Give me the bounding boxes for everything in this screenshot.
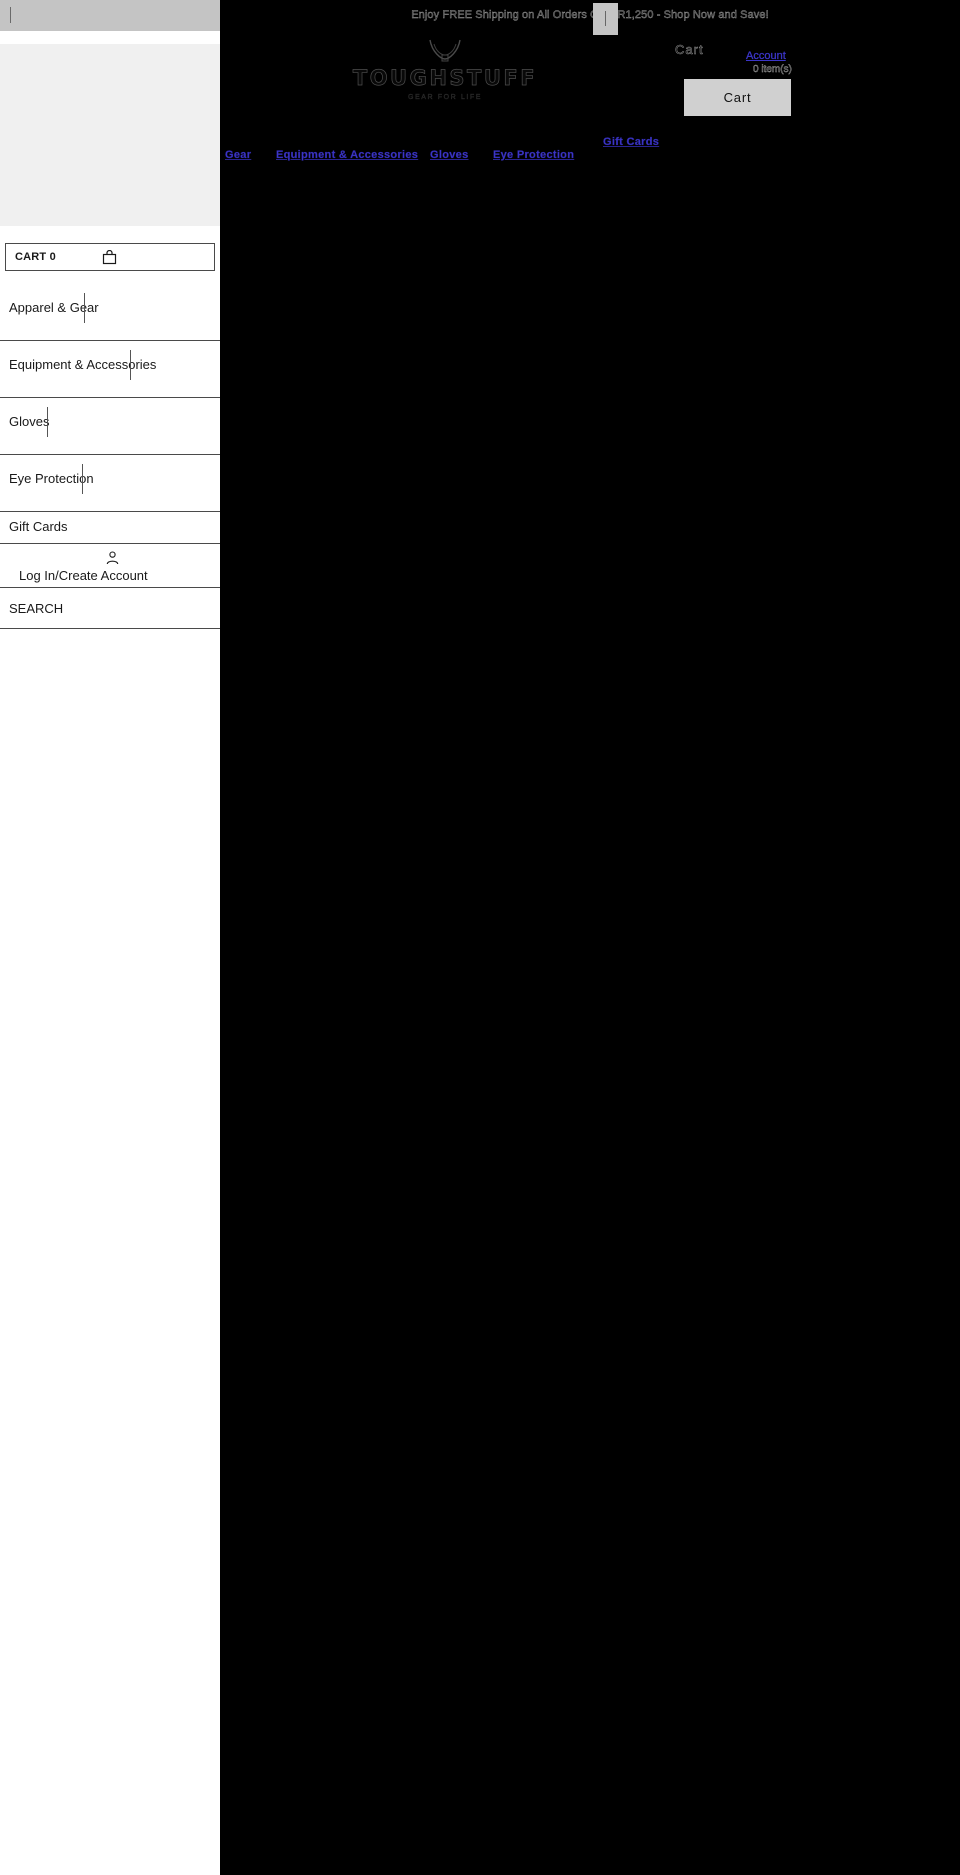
sidebar-item-gift-cards[interactable]: Gift Cards — [0, 512, 220, 544]
sidebar-item-label: Gift Cards — [9, 519, 68, 534]
sidebar-item-label: Apparel & Gear — [9, 300, 99, 315]
text-cursor-icon — [10, 7, 11, 23]
submenu-indicator-icon[interactable] — [82, 464, 83, 494]
sidebar-item-apparel-gear[interactable]: Apparel & Gear — [0, 284, 220, 341]
cart-heading: Cart — [675, 42, 704, 58]
submenu-indicator-icon[interactable] — [84, 293, 85, 323]
nav-item-equipment-accessories[interactable]: Equipment & Accessories — [276, 149, 418, 161]
close-icon — [605, 11, 606, 26]
main-content-area: Enjoy FREE Shipping on All Orders Over R… — [220, 0, 960, 1875]
cart-button[interactable]: Cart — [684, 79, 791, 116]
nav-item-gear[interactable]: Gear — [225, 149, 251, 161]
sidebar-cart-label: CART 0 — [15, 251, 56, 263]
sidebar-item-equipment-accessories[interactable]: Equipment & Accessories — [0, 341, 220, 398]
sidebar-item-label: Eye Protection — [9, 471, 94, 486]
main-navigation: Gear Equipment & Accessories Gloves Eye … — [220, 130, 960, 188]
person-icon — [106, 551, 119, 565]
sidebar-item-gloves[interactable]: Gloves — [0, 398, 220, 455]
announcement-bar: Enjoy FREE Shipping on All Orders Over R… — [220, 0, 960, 30]
submenu-indicator-icon[interactable] — [130, 350, 131, 380]
horn-logo-icon — [429, 39, 461, 62]
sidebar-topbar — [0, 0, 220, 31]
sidebar-cart-row[interactable]: CART 0 — [5, 243, 215, 271]
page-root: Enjoy FREE Shipping on All Orders Over R… — [0, 0, 960, 1875]
site-logo[interactable]: TOUGHSTUFF GEAR FOR LIFE — [330, 38, 560, 110]
nav-item-gift-cards[interactable]: Gift Cards — [603, 134, 659, 150]
sidebar-search-label: SEARCH — [9, 601, 64, 616]
sidebar-item-search[interactable]: SEARCH — [0, 588, 220, 629]
submenu-indicator-icon[interactable] — [47, 407, 48, 437]
sidebar-item-label: Equipment & Accessories — [9, 357, 157, 372]
logo-wordmark: TOUGHSTUFF — [352, 66, 538, 91]
announcement-text: Enjoy FREE Shipping on All Orders Over R… — [411, 9, 769, 21]
logo-tagline: GEAR FOR LIFE — [407, 94, 483, 101]
sidebar-item-eye-protection[interactable]: Eye Protection — [0, 455, 220, 512]
account-link[interactable]: Account — [746, 50, 786, 62]
nav-item-eye-protection[interactable]: Eye Protection — [493, 149, 574, 161]
sidebar-item-label: Gloves — [9, 414, 50, 429]
sidebar-account-label: Log In/Create Account — [19, 568, 148, 583]
sidebar-panel: CART 0 Apparel & Gear Equipment & Access… — [0, 0, 220, 1875]
shopping-bag-icon — [102, 250, 117, 265]
cart-item-count: 0 item(s) — [753, 64, 792, 75]
sidebar-item-account[interactable]: Log In/Create Account — [0, 544, 220, 588]
nav-item-gloves[interactable]: Gloves — [430, 149, 469, 161]
sidebar-header-block — [0, 44, 220, 226]
announcement-close-button[interactable] — [593, 3, 618, 35]
